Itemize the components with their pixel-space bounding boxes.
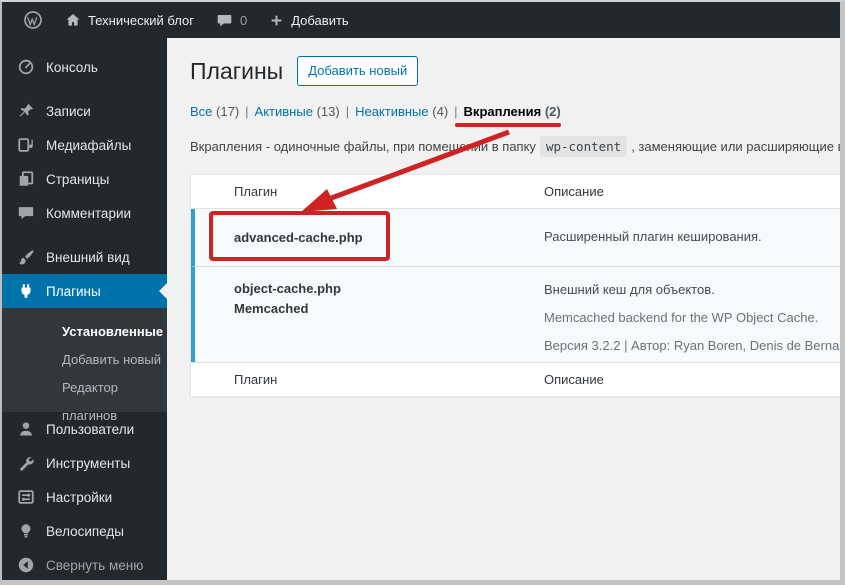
table-footer-row: Плагин Описание [191, 362, 840, 396]
sidebar-item-media[interactable]: Медиафайлы [2, 128, 167, 162]
filter-separator: | [454, 104, 457, 119]
pin-icon [16, 101, 36, 121]
comments-admin-bar[interactable]: 0 [207, 2, 256, 38]
comment-count: 0 [240, 13, 247, 28]
comments-icon [16, 203, 36, 223]
filter-separator: | [245, 104, 248, 119]
filter-inactive-count: (4) [432, 104, 448, 119]
sidebar-item-users[interactable]: Пользователи [2, 412, 167, 446]
media-icon [16, 135, 36, 155]
dropins-table: Плагин Описание advanced-cache.php Расши… [190, 174, 840, 397]
sidebar-item-label: Комментарии [46, 206, 131, 221]
filter-inactive[interactable]: Неактивные (4) [355, 104, 448, 119]
comment-bubble-icon [216, 12, 233, 29]
sidebar-item-label: Пользователи [46, 422, 134, 437]
site-link[interactable]: Технический блог [56, 2, 203, 38]
plugin-version-author: Версия 3.2.2 | Автор: Ryan Boren, Denis … [544, 337, 840, 354]
plugin-status-filters: Все (17) | Активные (13) | Неактивные (4) | Вк… [190, 103, 840, 121]
sidebar-item-posts[interactable]: Записи [2, 94, 167, 128]
plugin-name-cell: object-cache.php Memcached [195, 279, 544, 354]
footer-column-description: Описание [544, 363, 840, 396]
users-icon [16, 419, 36, 439]
sidebar-item-tools[interactable]: Инструменты [2, 446, 167, 480]
page-title: Плагины [190, 56, 283, 86]
column-header-description: Описание [544, 175, 840, 208]
filter-all-count: (17) [216, 104, 239, 119]
description-before: Вкрапления - одиночные файлы, при помеще… [190, 139, 536, 154]
plugins-icon [16, 281, 36, 301]
tools-icon [16, 453, 36, 473]
dropins-description: Вкрапления - одиночные файлы, при помеще… [190, 137, 840, 157]
plugin-name: object-cache.php [234, 279, 544, 299]
appearance-icon [16, 247, 36, 267]
page-header: Плагины Добавить новый [190, 56, 840, 86]
wp-content-code: wp-content [540, 136, 627, 157]
add-new-plugin-button[interactable]: Добавить новый [297, 56, 418, 86]
plus-icon [269, 13, 284, 28]
plugin-name-cell: advanced-cache.php [195, 228, 544, 248]
sidebar-item-label: Записи [46, 104, 91, 119]
table-row-object-cache: object-cache.php Memcached Внешний кеш д… [191, 266, 840, 362]
plugin-description-en: Memcached backend for the WP Object Cach… [544, 309, 840, 326]
main-content: Плагины Добавить новый Все (17) | Активные… [167, 38, 840, 580]
plugin-description-cell: Внешний кеш для объектов. Memcached back… [544, 279, 840, 354]
plugin-description: Внешний кеш для объектов. [544, 281, 840, 298]
sidebar-item-plugins[interactable]: Плагины [2, 274, 167, 308]
pages-icon [16, 169, 36, 189]
submenu-plugin-editor[interactable]: Редактор плагинов [2, 374, 167, 402]
admin-sidebar: Консоль Записи Медиафайлы [2, 38, 167, 580]
sidebar-item-collapse-menu[interactable]: Свернуть меню [2, 548, 167, 582]
wordpress-logo-menu[interactable] [14, 2, 52, 38]
add-new-admin-bar[interactable]: Добавить [260, 2, 357, 38]
sidebar-item-settings[interactable]: Настройки [2, 480, 167, 514]
plugin-name: advanced-cache.php [234, 230, 363, 245]
table-header-row: Плагин Описание [191, 175, 840, 209]
filter-dropins-count: (2) [545, 104, 561, 119]
wordpress-admin-window: Технический блог 0 Добавить [0, 0, 845, 585]
home-icon [65, 12, 81, 28]
sidebar-item-dashboard[interactable]: Консоль [2, 50, 167, 84]
sidebar-item-comments[interactable]: Комментарии [2, 196, 167, 230]
submenu-add-new-plugin[interactable]: Добавить новый [2, 346, 167, 374]
filter-active[interactable]: Активные (13) [255, 104, 340, 119]
sidebar-item-appearance[interactable]: Внешний вид [2, 240, 167, 274]
sidebar-item-label: Внешний вид [46, 250, 130, 265]
column-header-plugin: Плагин [191, 175, 544, 208]
plugin-description: Расширенный плагин кеширования. [544, 228, 840, 245]
collapse-icon [16, 555, 36, 575]
sidebar-item-label: Плагины [46, 284, 101, 299]
sidebar-item-label: Консоль [46, 60, 98, 75]
table-row-advanced-cache: advanced-cache.php Расширенный плагин ке… [191, 209, 840, 266]
add-new-label: Добавить [291, 13, 348, 28]
lightbulb-icon [16, 521, 36, 541]
dashboard-icon [16, 57, 36, 77]
admin-bar: Технический блог 0 Добавить [2, 2, 840, 38]
plugin-description-cell: Расширенный плагин кеширования. [544, 228, 840, 248]
plugin-name-line2: Memcached [234, 299, 544, 319]
description-after: , заменяющие или расширяющие возможности [631, 139, 840, 154]
site-name: Технический блог [88, 13, 194, 28]
sidebar-item-label: Велосипеды [46, 524, 124, 539]
filter-separator: | [346, 104, 349, 119]
filter-all[interactable]: Все (17) [190, 104, 239, 119]
filter-active-count: (13) [317, 104, 340, 119]
plugins-submenu: Установленные Добавить новый Редактор пл… [2, 308, 167, 412]
wordpress-logo-icon [23, 10, 43, 30]
sidebar-item-pages[interactable]: Страницы [2, 162, 167, 196]
settings-icon [16, 487, 36, 507]
footer-column-plugin: Плагин [191, 363, 544, 396]
sidebar-item-label: Инструменты [46, 456, 130, 471]
filter-dropins-current[interactable]: Вкрапления (2) [464, 104, 561, 119]
sidebar-item-label: Медиафайлы [46, 138, 131, 153]
sidebar-item-label: Свернуть меню [46, 558, 143, 573]
submenu-installed-plugins[interactable]: Установленные [2, 318, 167, 346]
sidebar-item-label: Настройки [46, 490, 112, 505]
sidebar-item-velosipedy[interactable]: Велосипеды [2, 514, 167, 548]
sidebar-item-label: Страницы [46, 172, 109, 187]
